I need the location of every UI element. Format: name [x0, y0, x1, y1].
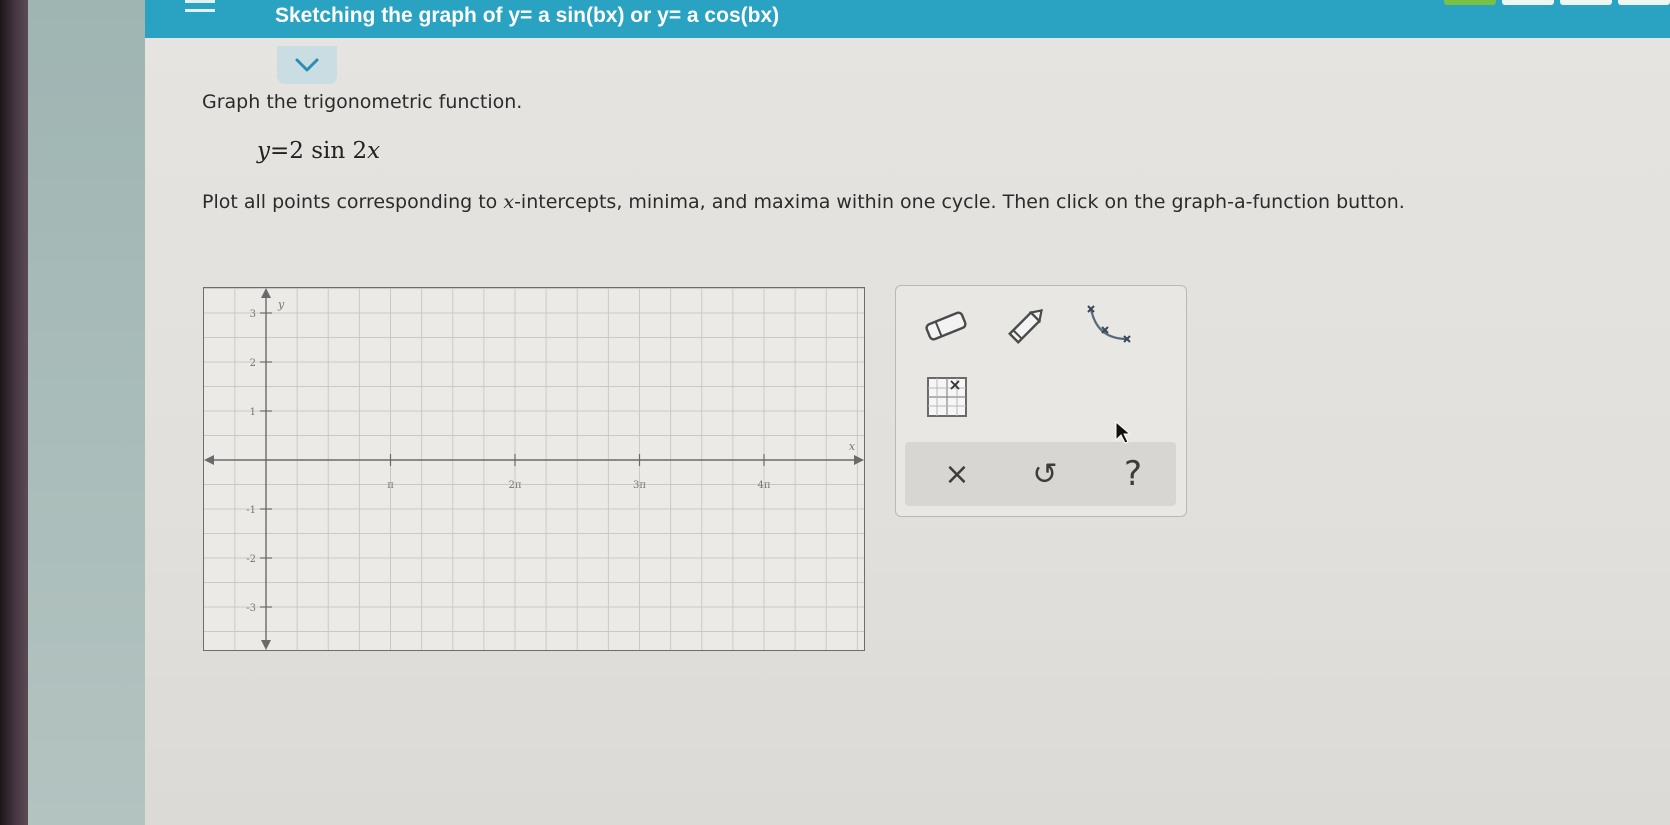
equation-equals: = [270, 138, 290, 164]
x-tick-label: π [387, 480, 394, 491]
y-tick-label: 1 [250, 407, 256, 418]
pencil-tool-button[interactable] [996, 300, 1056, 352]
graph-function-icon [927, 377, 967, 417]
x-axis-label: x [849, 440, 856, 453]
action-bar: × ↺ ? [905, 442, 1176, 506]
progress-segment [1444, 0, 1496, 5]
left-sidebar [28, 0, 145, 825]
x-axis-arrow-right [854, 455, 864, 465]
curve-icon [1087, 305, 1131, 343]
equation-variable: x [367, 138, 381, 164]
pencil-icon [1008, 309, 1043, 344]
equation-rhs: 2 sin 2 [289, 138, 368, 164]
undo-button[interactable]: ↺ [1013, 448, 1077, 500]
main-page: Sketching the graph of y= a sin(bx) or y… [145, 0, 1670, 825]
x-tick-label: 3π [633, 480, 646, 491]
eraser-tool-button[interactable] [916, 300, 976, 352]
coordinate-plane[interactable]: π 2π 3π 4π 3 2 1 -1 -2 -3 x y [204, 288, 864, 650]
eraser-icon [925, 311, 967, 341]
y-axis-label: y [277, 298, 285, 311]
progress-segment [1560, 0, 1612, 5]
page-title: Sketching the graph of y= a sin(bx) or y… [275, 4, 780, 27]
graph-a-function-button[interactable] [916, 372, 976, 424]
equation-lhs: y [257, 138, 270, 164]
x-axis-arrow-left [204, 455, 214, 465]
instruction-variable: x [503, 191, 515, 213]
clear-button[interactable]: × [925, 448, 989, 500]
instruction-text: Plot all points corresponding to x-inter… [202, 191, 1405, 213]
y-tick-label: -3 [246, 603, 256, 614]
help-button[interactable]: ? [1101, 448, 1165, 500]
collapse-button[interactable] [277, 46, 337, 84]
y-tick-label: 3 [250, 309, 256, 320]
instruction-part: -intercepts, minima, and maxima within o… [514, 191, 1405, 213]
question-prompt: Graph the trigonometric function. [202, 91, 523, 113]
curve-tool-button[interactable] [1078, 300, 1138, 352]
instruction-part: Plot all points corresponding to [202, 191, 504, 213]
progress-indicator [1444, 0, 1670, 5]
screen-bezel [0, 0, 28, 825]
y-tick-label: -2 [246, 554, 256, 565]
y-tick-label: -1 [246, 505, 256, 516]
chevron-down-icon [295, 58, 319, 72]
header-bar: Sketching the graph of y= a sin(bx) or y… [145, 0, 1670, 38]
y-tick-label: 2 [250, 358, 256, 369]
graph-canvas[interactable]: π 2π 3π 4π 3 2 1 -1 -2 -3 x y [203, 287, 865, 651]
x-tick-label: 4π [758, 480, 771, 491]
y-axis-arrow-up [261, 288, 271, 298]
mouse-cursor-icon [1115, 421, 1131, 444]
graph-toolbox: × ↺ ? [895, 285, 1187, 517]
x-tick-label: 2π [509, 480, 522, 491]
progress-segment [1618, 0, 1670, 5]
y-axis-arrow-down [261, 640, 271, 650]
progress-segment [1502, 0, 1554, 5]
function-equation: y=2 sin 2x [257, 138, 380, 164]
menu-icon[interactable] [185, 0, 215, 12]
